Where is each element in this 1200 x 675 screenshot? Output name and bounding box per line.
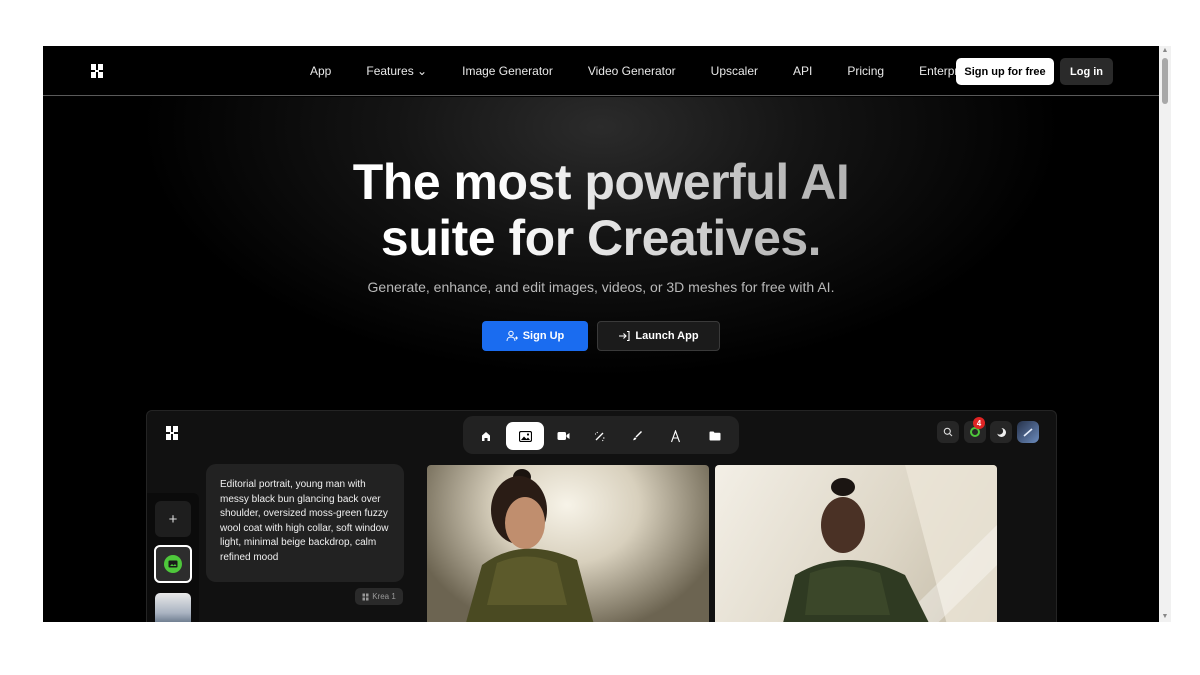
app-sidebar: + [147,493,199,622]
hero-background [43,97,1159,457]
hero-title-line-1: The most powerful AI [352,154,850,210]
browser-viewport: App Features ⌄ Image Generator Video Gen… [43,46,1159,622]
launch-app-button[interactable]: Launch App [597,321,720,351]
video-icon[interactable] [544,422,582,450]
launch-app-label: Launch App [635,330,699,342]
nav-link-image-generator[interactable]: Image Generator [462,64,553,78]
text-3d-icon[interactable] [656,422,694,450]
nav-links: App Features ⌄ Image Generator Video Gen… [310,46,974,96]
nav-link-features[interactable]: Features ⌄ [366,64,427,78]
hero-title-line-2: suite for Creatives. [380,210,822,266]
sign-up-for-free-button[interactable]: Sign up for free [956,58,1054,85]
page-scrollbar[interactable]: ▲ ▼ [1159,46,1171,622]
edit-brush-icon[interactable] [618,422,656,450]
prompt-bubble: Editorial portrait, young man with messy… [206,464,404,582]
nav-link-api[interactable]: API [793,64,812,78]
generated-image-2[interactable] [715,465,997,622]
home-icon[interactable] [467,422,505,450]
nav-link-upscaler[interactable]: Upscaler [711,64,758,78]
app-krea-logo-icon [166,426,178,440]
nav-link-pricing[interactable]: Pricing [847,64,884,78]
scrollbar-thumb[interactable] [1162,58,1168,104]
generated-image-1[interactable] [427,465,709,622]
krea-mini-logo-icon [362,593,369,600]
login-arrow-icon [619,330,630,342]
new-generation-button[interactable]: + [155,501,191,537]
top-navigation: App Features ⌄ Image Generator Video Gen… [43,46,1159,96]
hero-title: The most powerful AI suite for Creatives… [43,154,1159,266]
scroll-up-icon[interactable]: ▲ [1159,46,1171,56]
app-preview-window: 4 + Editorial portrait, young man with m… [146,410,1057,622]
krea-logo-icon[interactable] [90,63,104,79]
hero-sign-up-button[interactable]: Sign Up [482,321,588,351]
model-label: Krea 1 [372,592,396,601]
image-gen-status-icon [164,555,182,573]
log-in-button[interactable]: Log in [1060,58,1113,85]
notification-badge: 4 [973,417,985,429]
folder-icon[interactable] [696,422,734,450]
user-plus-icon [506,330,518,342]
profile-avatar[interactable] [1017,421,1039,443]
hero-sign-up-label: Sign Up [522,330,565,342]
enhance-icon[interactable] [581,422,619,450]
model-tag: Krea 1 [355,588,403,605]
app-search-icon[interactable] [937,421,959,443]
selected-thumbnail[interactable] [154,545,192,583]
scroll-down-icon[interactable]: ▼ [1159,612,1171,622]
app-toolbar [463,416,739,454]
nav-link-video-generator[interactable]: Video Generator [588,64,676,78]
image-icon[interactable] [506,422,544,450]
nav-link-app[interactable]: App [310,64,331,78]
theme-moon-icon[interactable] [990,421,1012,443]
hero-subtitle: Generate, enhance, and edit images, vide… [367,279,835,295]
history-thumbnail[interactable] [155,593,191,622]
